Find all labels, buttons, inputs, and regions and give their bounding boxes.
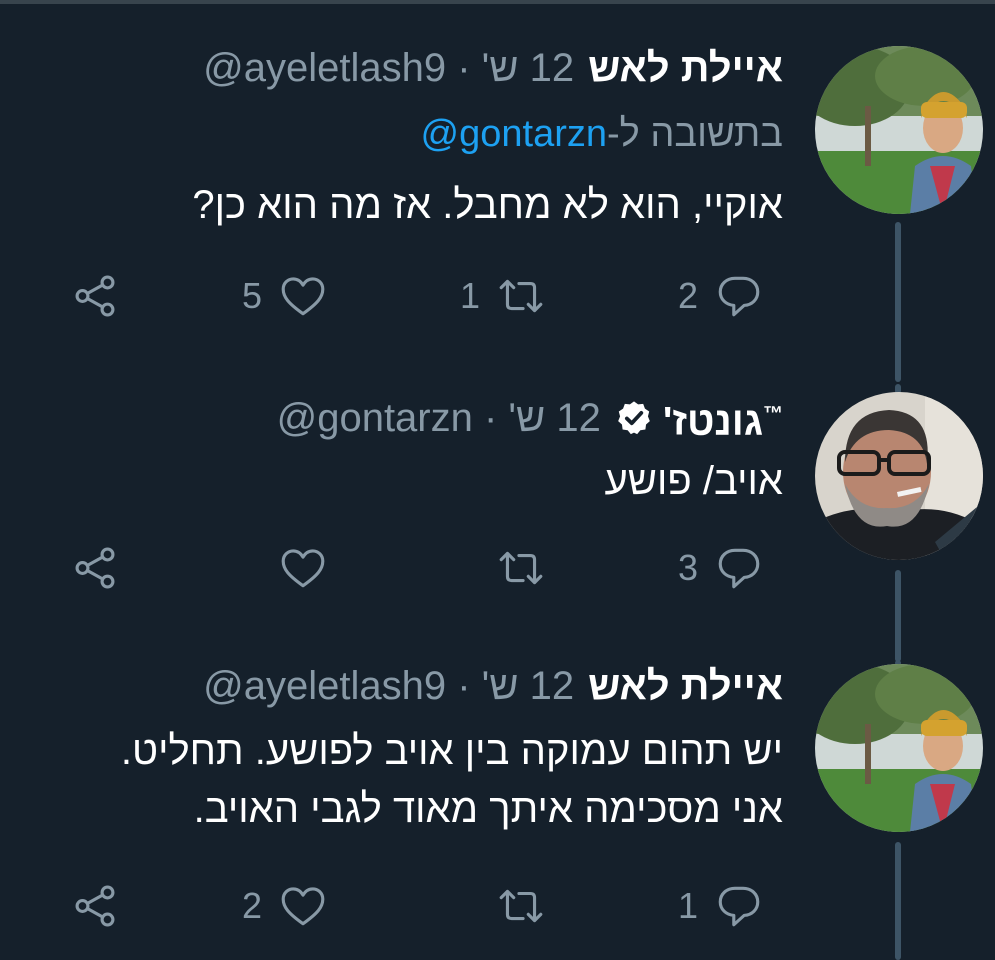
- share-icon: [75, 547, 115, 589]
- separator: ·: [472, 395, 509, 440]
- reply-count: 1: [677, 885, 698, 926]
- reply-mention-link[interactable]: @gontarzn: [421, 110, 607, 158]
- verified-badge-shape: [618, 401, 650, 434]
- avatar-ayeletlash9[interactable]: [815, 46, 983, 214]
- tweet-header: איילת לאש @ayeletlash9 · 12 ש': [203, 662, 783, 710]
- tweet-meta: @ayeletlash9 · 12 ש': [203, 662, 574, 710]
- reply-count: 2: [677, 275, 698, 316]
- like-button[interactable]: [240, 538, 328, 598]
- retweet-button[interactable]: [458, 876, 546, 936]
- timestamp[interactable]: 12 ש': [482, 662, 574, 710]
- display-name[interactable]: איילת לאש: [588, 44, 783, 92]
- tweet-meta: @gontarzn · 12 ש': [277, 394, 601, 442]
- tweet-text-line: יש תהום עמוקה בין אויב לפושע. תחליט.: [120, 729, 783, 773]
- tweet-text-line: אוקיי, הוא לא מחבל. אז מה הוא כן?: [192, 183, 783, 227]
- tweet-text: אויב/ פושע: [604, 452, 783, 510]
- top-divider: [0, 0, 995, 4]
- retweet-button[interactable]: [458, 538, 546, 598]
- share-icon: [75, 275, 115, 317]
- heart-icon: [281, 277, 325, 316]
- retweet-button[interactable]: 1: [458, 266, 546, 326]
- reply-context: בתשובה ל-@gontarzn: [421, 110, 783, 158]
- reply-button[interactable]: 3: [676, 538, 764, 598]
- avatar-image: [815, 392, 983, 560]
- display-name-text: גונטז': [662, 399, 763, 444]
- display-name[interactable]: ™גונטז': [663, 390, 783, 445]
- timestamp[interactable]: 12 ש': [508, 394, 600, 442]
- display-name[interactable]: איילת לאש: [588, 662, 783, 710]
- heart-icon: [281, 549, 325, 588]
- retweet-count: 1: [459, 275, 480, 316]
- retweet-icon: [499, 551, 543, 585]
- reply-icon: [718, 276, 760, 317]
- tweet-meta: @ayeletlash9 · 12 ש': [203, 44, 574, 92]
- retweet-icon: [499, 889, 543, 923]
- like-count: 5: [241, 275, 262, 316]
- avatar-gontarzn[interactable]: [815, 392, 983, 560]
- share-button[interactable]: [70, 876, 120, 936]
- tweet-actions: 2 1: [0, 876, 995, 936]
- share-icon: [75, 885, 115, 927]
- reply-icon: [718, 548, 760, 589]
- tweet-text-line: אויב/ פושע: [604, 459, 783, 503]
- avatar-image: [815, 46, 983, 214]
- reply-count: 3: [677, 547, 698, 588]
- tweet-text: יש תהום עמוקה בין אויב לפושע. תחליט. אני…: [121, 722, 783, 838]
- share-button[interactable]: [70, 266, 120, 326]
- reply-icon: [718, 886, 760, 927]
- handle[interactable]: @ayeletlash9: [203, 46, 446, 90]
- retweet-icon: [499, 279, 543, 313]
- reply-prefix: בתשובה ל-: [607, 113, 783, 155]
- tweet-text: אוקיי, הוא לא מחבל. אז מה הוא כן?: [192, 176, 783, 234]
- tweet-actions: 5 1 2: [0, 266, 995, 326]
- share-button[interactable]: [70, 538, 120, 598]
- timestamp[interactable]: 12 ש': [482, 44, 574, 92]
- tweet-header: ™גונטז' @gontarzn · 12 ש': [277, 390, 783, 445]
- like-button[interactable]: 2: [240, 876, 328, 936]
- tweet-header: איילת לאש @ayeletlash9 · 12 ש': [203, 44, 783, 92]
- separator: ·: [446, 664, 482, 708]
- handle[interactable]: @gontarzn: [277, 396, 473, 440]
- reply-button[interactable]: 2: [676, 266, 764, 326]
- heart-icon: [281, 887, 325, 926]
- avatar-ayeletlash9[interactable]: [815, 664, 983, 832]
- like-button[interactable]: 5: [240, 266, 328, 326]
- separator: ·: [446, 46, 482, 90]
- reply-button[interactable]: 1: [676, 876, 764, 936]
- trademark-symbol: ™: [763, 403, 783, 425]
- tweet-actions: 3: [0, 538, 995, 598]
- tweet-text-line: אני מסכימה איתך מאוד לגבי האויב.: [193, 787, 783, 831]
- handle[interactable]: @ayeletlash9: [203, 664, 446, 708]
- like-count: 2: [241, 885, 262, 926]
- verified-badge-icon: [615, 399, 653, 437]
- avatar-image: [815, 664, 983, 832]
